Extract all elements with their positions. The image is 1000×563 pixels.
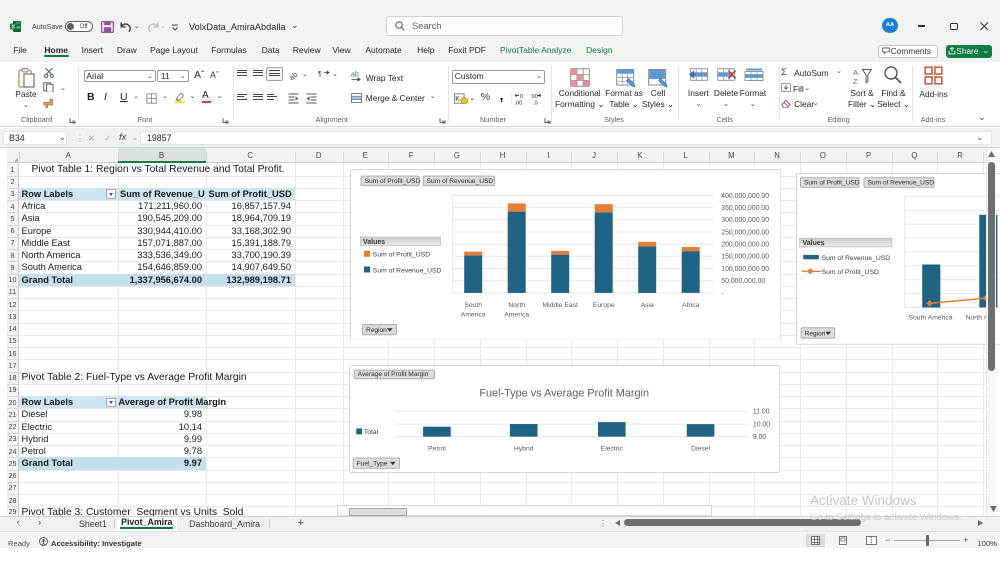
svg-text:Region: Region	[805, 331, 826, 338]
svg-text:Sum of Revenue_USD: Sum of Revenue_USD	[822, 255, 891, 262]
svg-text:Asia: Asia	[640, 301, 653, 308]
svg-text:Sum of Revenue_USD: Sum of Revenue_USD	[426, 177, 493, 184]
svg-text:50,000,000.00: 50,000,000.00	[721, 278, 765, 285]
svg-text:Hybrid: Hybrid	[514, 445, 534, 452]
svg-text:-: -	[721, 290, 723, 297]
svg-text:400,000,000.00: 400,000,000.00	[721, 192, 769, 199]
svg-text:Petrol: Petrol	[428, 445, 446, 452]
svg-text:Sum of Profit_USD: Sum of Profit_USD	[372, 251, 429, 258]
svg-text:A: A	[853, 68, 858, 77]
svg-text:Diesel: Diesel	[691, 445, 710, 452]
svg-text:Fuel-Type vs Average Profit Ma: Fuel-Type vs Average Profit Margin	[479, 387, 649, 399]
svg-text:Region: Region	[366, 327, 387, 334]
svg-text:America: America	[504, 311, 529, 318]
svg-text:Sum of Profit_USD: Sum of Profit_USD	[804, 180, 860, 187]
svg-text:11.00: 11.00	[753, 408, 770, 415]
svg-text:X: X	[11, 25, 15, 31]
svg-text:Sum of Revenue_USD: Sum of Revenue_USD	[372, 267, 441, 274]
svg-text:K: K	[455, 96, 460, 103]
svg-text:Europe: Europe	[592, 301, 614, 308]
svg-text:Middle East: Middle East	[542, 301, 578, 308]
svg-text:Fuel_Type: Fuel_Type	[356, 460, 387, 467]
svg-text:9.00: 9.00	[753, 434, 767, 441]
svg-text:Electric: Electric	[600, 445, 623, 452]
svg-text:.0: .0	[533, 100, 538, 105]
svg-text:Africa: Africa	[682, 301, 700, 308]
svg-text:¶: ¶	[318, 71, 322, 78]
svg-text:America: America	[460, 311, 485, 318]
svg-text:South America: South America	[908, 315, 952, 322]
svg-text:Z: Z	[853, 77, 858, 86]
svg-text:10.00: 10.00	[753, 421, 770, 428]
svg-text:North: North	[508, 301, 525, 308]
svg-text:00: 00	[532, 94, 538, 100]
svg-text:Sum of Revenue_USD: Sum of Revenue_USD	[868, 180, 935, 187]
svg-text:150,000,000.00: 150,000,000.00	[721, 253, 769, 260]
svg-text:South: South	[464, 301, 482, 308]
svg-text:Sum of Profit_USD: Sum of Profit_USD	[822, 269, 879, 276]
svg-text:100,000,000.00: 100,000,000.00	[721, 265, 769, 272]
svg-text:300,000,000.00: 300,000,000.00	[721, 217, 769, 224]
svg-text:Average of Profit Margin: Average of Profit Margin	[357, 371, 428, 378]
svg-text:ab: ab	[289, 69, 299, 79]
svg-text:Values: Values	[363, 238, 385, 245]
svg-text:Sum of Profit_USD: Sum of Profit_USD	[364, 177, 420, 184]
svg-text:250,000,000.00: 250,000,000.00	[721, 229, 769, 236]
svg-text:Values: Values	[803, 240, 825, 247]
svg-text:.00: .00	[515, 100, 523, 105]
svg-text:Total: Total	[364, 429, 379, 436]
svg-text:350,000,000.00: 350,000,000.00	[721, 205, 769, 212]
svg-text:200,000,000.00: 200,000,000.00	[721, 241, 769, 248]
svg-text:0: 0	[520, 94, 523, 100]
